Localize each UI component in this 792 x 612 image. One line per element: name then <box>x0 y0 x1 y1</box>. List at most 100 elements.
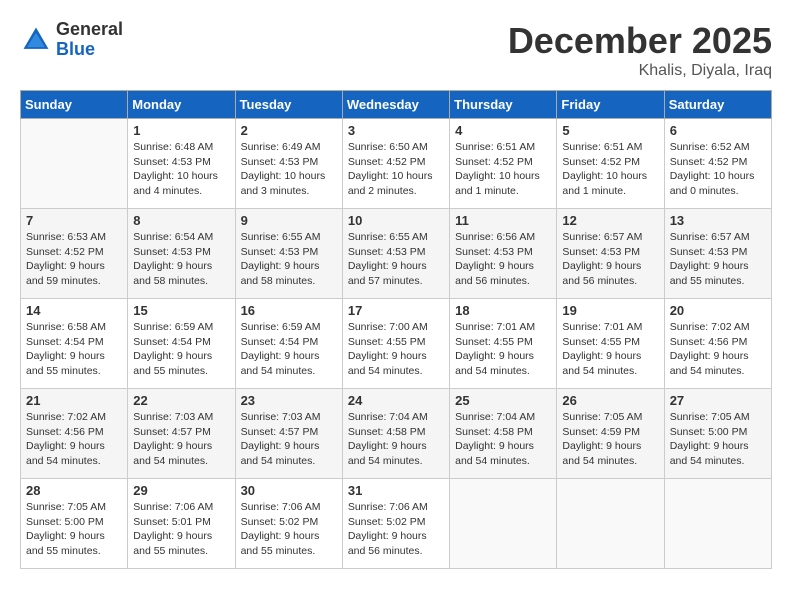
day-number: 3 <box>348 123 444 138</box>
calendar-week-row: 28Sunrise: 7:05 AM Sunset: 5:00 PM Dayli… <box>21 479 772 569</box>
day-info: Sunrise: 6:50 AM Sunset: 4:52 PM Dayligh… <box>348 140 444 199</box>
calendar-cell: 20 Sunrise: 7:02 AM Sunset: 4:56 PM Dayli… <box>664 299 771 389</box>
calendar-cell <box>21 119 128 209</box>
calendar-cell: 15 Sunrise: 6:59 AM Sunset: 4:54 PM Dayli… <box>128 299 235 389</box>
day-number: 16 <box>241 303 337 318</box>
day-info: Sunrise: 6:58 AM Sunset: 4:54 PM Dayligh… <box>26 320 122 379</box>
day-number: 26 <box>562 393 658 408</box>
day-number: 23 <box>241 393 337 408</box>
day-info: Sunrise: 7:04 AM Sunset: 4:58 PM Dayligh… <box>455 410 551 469</box>
day-number: 4 <box>455 123 551 138</box>
logo-line2: Blue <box>56 40 123 60</box>
day-number: 24 <box>348 393 444 408</box>
calendar-cell: 22Sunrise: 7:03 AM Sunset: 4:57 PM Dayli… <box>128 389 235 479</box>
calendar-cell: 25 Sunrise: 7:04 AM Sunset: 4:58 PM Dayli… <box>450 389 557 479</box>
day-number: 29 <box>133 483 229 498</box>
day-info: Sunrise: 7:02 AM Sunset: 4:56 PM Dayligh… <box>26 410 122 469</box>
day-number: 30 <box>241 483 337 498</box>
calendar-cell: 27 Sunrise: 7:05 AM Sunset: 5:00 PM Dayli… <box>664 389 771 479</box>
day-info: Sunrise: 6:48 AM Sunset: 4:53 PM Dayligh… <box>133 140 229 199</box>
calendar-cell: 5 Sunrise: 6:51 AM Sunset: 4:52 PM Daylig… <box>557 119 664 209</box>
calendar-cell: 17 Sunrise: 7:00 AM Sunset: 4:55 PM Dayli… <box>342 299 449 389</box>
day-number: 13 <box>670 213 766 228</box>
calendar-cell: 8 Sunrise: 6:54 AM Sunset: 4:53 PM Daylig… <box>128 209 235 299</box>
day-number: 31 <box>348 483 444 498</box>
calendar-cell: 10 Sunrise: 6:55 AM Sunset: 4:53 PM Dayli… <box>342 209 449 299</box>
day-number: 20 <box>670 303 766 318</box>
day-number: 27 <box>670 393 766 408</box>
calendar-cell: 16Sunrise: 6:59 AM Sunset: 4:54 PM Dayli… <box>235 299 342 389</box>
day-number: 9 <box>241 213 337 228</box>
calendar-cell: 6 Sunrise: 6:52 AM Sunset: 4:52 PM Daylig… <box>664 119 771 209</box>
logo-icon <box>20 24 52 56</box>
weekday-header: Saturday <box>664 91 771 119</box>
day-number: 5 <box>562 123 658 138</box>
month-title: December 2025 <box>508 20 772 62</box>
day-info: Sunrise: 6:57 AM Sunset: 4:53 PM Dayligh… <box>562 230 658 289</box>
day-info: Sunrise: 7:05 AM Sunset: 4:59 PM Dayligh… <box>562 410 658 469</box>
day-number: 1 <box>133 123 229 138</box>
title-block: December 2025 Khalis, Diyala, Iraq <box>508 20 772 80</box>
day-number: 19 <box>562 303 658 318</box>
day-info: Sunrise: 7:04 AM Sunset: 4:58 PM Dayligh… <box>348 410 444 469</box>
calendar-cell: 18 Sunrise: 7:01 AM Sunset: 4:55 PM Dayli… <box>450 299 557 389</box>
day-info: Sunrise: 6:55 AM Sunset: 4:53 PM Dayligh… <box>348 230 444 289</box>
weekday-header: Monday <box>128 91 235 119</box>
day-info: Sunrise: 7:01 AM Sunset: 4:55 PM Dayligh… <box>455 320 551 379</box>
calendar-cell: 7 Sunrise: 6:53 AM Sunset: 4:52 PM Daylig… <box>21 209 128 299</box>
day-info: Sunrise: 6:51 AM Sunset: 4:52 PM Dayligh… <box>562 140 658 199</box>
calendar-cell: 31Sunrise: 7:06 AM Sunset: 5:02 PM Dayli… <box>342 479 449 569</box>
calendar-cell: 19 Sunrise: 7:01 AM Sunset: 4:55 PM Dayli… <box>557 299 664 389</box>
day-info: Sunrise: 6:54 AM Sunset: 4:53 PM Dayligh… <box>133 230 229 289</box>
day-info: Sunrise: 6:55 AM Sunset: 4:53 PM Dayligh… <box>241 230 337 289</box>
day-number: 22 <box>133 393 229 408</box>
day-number: 6 <box>670 123 766 138</box>
calendar-cell: 30Sunrise: 7:06 AM Sunset: 5:02 PM Dayli… <box>235 479 342 569</box>
day-number: 17 <box>348 303 444 318</box>
day-number: 8 <box>133 213 229 228</box>
calendar-cell: 12Sunrise: 6:57 AM Sunset: 4:53 PM Dayli… <box>557 209 664 299</box>
calendar-cell: 1 Sunrise: 6:48 AM Sunset: 4:53 PM Daylig… <box>128 119 235 209</box>
day-info: Sunrise: 7:06 AM Sunset: 5:01 PM Dayligh… <box>133 500 229 559</box>
calendar-table: SundayMondayTuesdayWednesdayThursdayFrid… <box>20 90 772 569</box>
calendar-cell: 29 Sunrise: 7:06 AM Sunset: 5:01 PM Dayli… <box>128 479 235 569</box>
calendar-cell: 14Sunrise: 6:58 AM Sunset: 4:54 PM Dayli… <box>21 299 128 389</box>
day-info: Sunrise: 6:56 AM Sunset: 4:53 PM Dayligh… <box>455 230 551 289</box>
calendar-cell: 24 Sunrise: 7:04 AM Sunset: 4:58 PM Dayli… <box>342 389 449 479</box>
location-subtitle: Khalis, Diyala, Iraq <box>508 62 772 80</box>
day-number: 2 <box>241 123 337 138</box>
day-info: Sunrise: 6:52 AM Sunset: 4:52 PM Dayligh… <box>670 140 766 199</box>
day-number: 7 <box>26 213 122 228</box>
day-number: 21 <box>26 393 122 408</box>
day-info: Sunrise: 7:05 AM Sunset: 5:00 PM Dayligh… <box>670 410 766 469</box>
calendar-cell <box>450 479 557 569</box>
weekday-header: Thursday <box>450 91 557 119</box>
calendar-cell: 9 Sunrise: 6:55 AM Sunset: 4:53 PM Daylig… <box>235 209 342 299</box>
calendar-cell: 4Sunrise: 6:51 AM Sunset: 4:52 PM Daylig… <box>450 119 557 209</box>
day-info: Sunrise: 7:00 AM Sunset: 4:55 PM Dayligh… <box>348 320 444 379</box>
day-number: 28 <box>26 483 122 498</box>
day-info: Sunrise: 7:02 AM Sunset: 4:56 PM Dayligh… <box>670 320 766 379</box>
calendar-cell <box>664 479 771 569</box>
calendar-cell <box>557 479 664 569</box>
calendar-cell: 2 Sunrise: 6:49 AM Sunset: 4:53 PM Daylig… <box>235 119 342 209</box>
calendar-week-row: 1 Sunrise: 6:48 AM Sunset: 4:53 PM Daylig… <box>21 119 772 209</box>
day-number: 25 <box>455 393 551 408</box>
weekday-header-row: SundayMondayTuesdayWednesdayThursdayFrid… <box>21 91 772 119</box>
day-number: 10 <box>348 213 444 228</box>
day-info: Sunrise: 6:53 AM Sunset: 4:52 PM Dayligh… <box>26 230 122 289</box>
day-number: 15 <box>133 303 229 318</box>
calendar-cell: 11Sunrise: 6:56 AM Sunset: 4:53 PM Dayli… <box>450 209 557 299</box>
logo: General Blue <box>20 20 123 60</box>
calendar-cell: 3 Sunrise: 6:50 AM Sunset: 4:52 PM Daylig… <box>342 119 449 209</box>
weekday-header: Friday <box>557 91 664 119</box>
day-number: 18 <box>455 303 551 318</box>
day-info: Sunrise: 7:01 AM Sunset: 4:55 PM Dayligh… <box>562 320 658 379</box>
logo-line1: General <box>56 20 123 40</box>
calendar-cell: 28Sunrise: 7:05 AM Sunset: 5:00 PM Dayli… <box>21 479 128 569</box>
weekday-header: Tuesday <box>235 91 342 119</box>
day-info: Sunrise: 6:59 AM Sunset: 4:54 PM Dayligh… <box>133 320 229 379</box>
day-info: Sunrise: 6:49 AM Sunset: 4:53 PM Dayligh… <box>241 140 337 199</box>
calendar-cell: 23Sunrise: 7:03 AM Sunset: 4:57 PM Dayli… <box>235 389 342 479</box>
day-info: Sunrise: 6:57 AM Sunset: 4:53 PM Dayligh… <box>670 230 766 289</box>
